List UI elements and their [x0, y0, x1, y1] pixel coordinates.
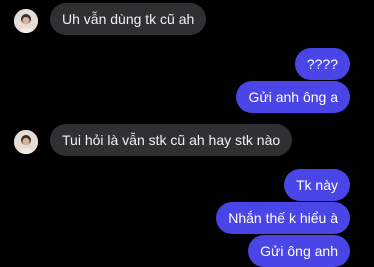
contact-avatar-icon[interactable]	[14, 9, 38, 33]
outgoing-message-bubble[interactable]: Tk này	[283, 169, 350, 201]
contact-avatar-icon[interactable]	[14, 130, 38, 154]
person-icon	[14, 9, 38, 33]
incoming-message-bubble[interactable]: Tui hỏi là vẫn stk cũ ah hay stk nào	[50, 124, 293, 156]
person-icon	[14, 130, 38, 154]
chat-thread: Uh vẫn dùng tk cũ ah ???? Gửi anh ông a …	[0, 0, 374, 267]
outgoing-message-bubble[interactable]: Gửi ông anh	[248, 235, 350, 267]
outgoing-message-bubble[interactable]: ????	[294, 48, 350, 80]
outgoing-message-bubble[interactable]: Nhắn thế k hiểu à	[216, 202, 350, 234]
incoming-message-bubble[interactable]: Uh vẫn dùng tk cũ ah	[50, 3, 207, 35]
outgoing-message-bubble[interactable]: Gửi anh ông a	[236, 81, 350, 113]
